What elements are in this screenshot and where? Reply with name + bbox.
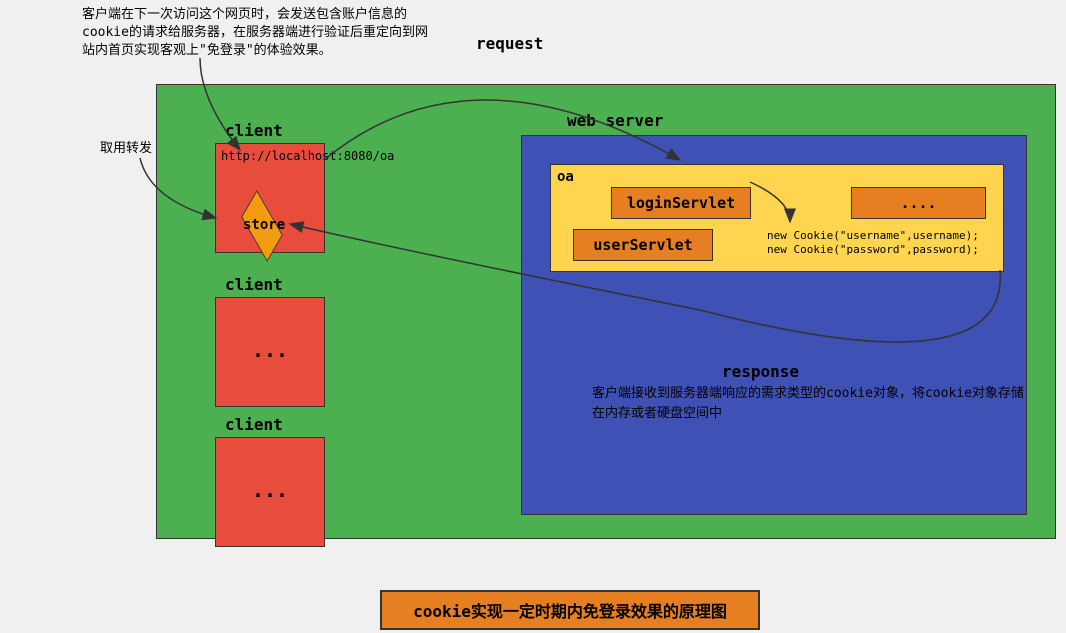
diagram-title: cookie实现一定时期内免登录效果的原理图 — [380, 590, 760, 630]
code-line1: new Cookie("username",username); — [767, 229, 979, 243]
client1-url: http://localhost:8080/oa — [216, 144, 324, 170]
response-text: 客户端接收到服务器端响应的需求类型的cookie对象，将cookie对象存储在内… — [592, 384, 1026, 423]
oa-box: oa loginServlet .... userServlet new Coo… — [550, 164, 1004, 272]
client2-dots: ... — [216, 298, 324, 362]
client2-box: ... — [215, 297, 325, 407]
login-servlet: loginServlet — [611, 187, 751, 219]
client3-dots: ... — [216, 438, 324, 502]
client2-label: client — [225, 275, 283, 294]
code-line2: new Cookie("password",password); — [767, 243, 979, 257]
request-label: request — [476, 34, 543, 53]
response-label: response — [722, 362, 799, 381]
server-box: oa loginServlet .... userServlet new Coo… — [521, 135, 1027, 515]
other-servlet: .... — [851, 187, 986, 219]
oa-label: oa — [557, 169, 574, 185]
server-label: web server — [567, 111, 663, 130]
client3-box: ... — [215, 437, 325, 547]
user-servlet: userServlet — [573, 229, 713, 261]
forward-label: 取用转发 — [100, 140, 152, 158]
top-annotation: 客户端在下一次访问这个网页时，会发送包含账户信息的cookie的请求给服务器，在… — [82, 6, 432, 61]
client3-label: client — [225, 415, 283, 434]
client1-label: client — [225, 121, 283, 140]
store-label: store — [243, 217, 285, 233]
main-container: client http://localhost:8080/oa store cl… — [156, 84, 1056, 539]
